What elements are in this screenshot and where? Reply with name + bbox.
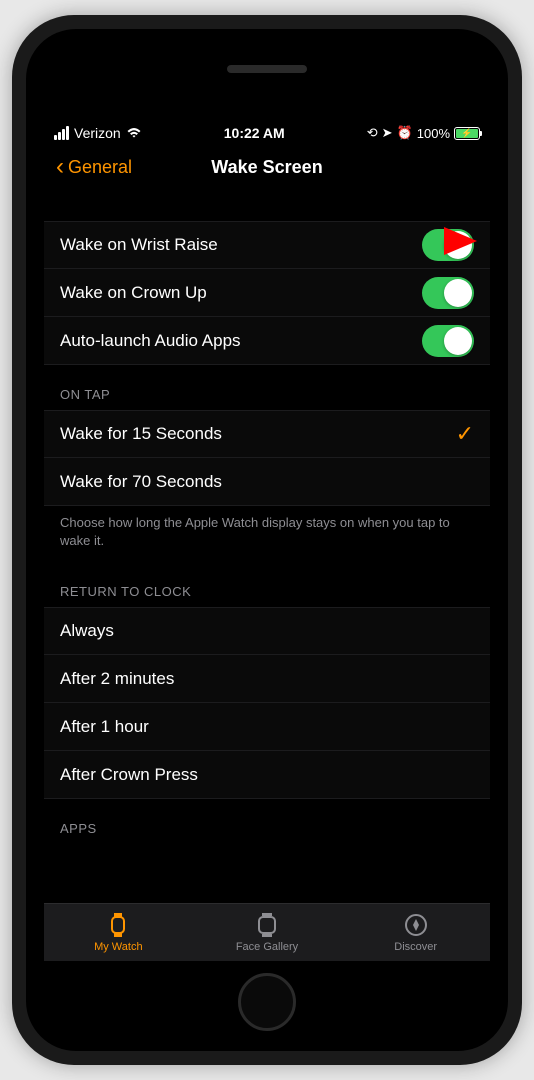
orientation-lock-icon: ⟲ [367, 125, 378, 141]
row-label: Wake on Wrist Raise [60, 235, 218, 255]
location-icon: ➤ [382, 125, 393, 141]
phone-body: Verizon 10:22 AM ⟲ ➤ ⏰ 100% ⚡ [26, 29, 508, 1051]
tab-my-watch[interactable]: My Watch [44, 904, 193, 961]
back-label: General [68, 157, 132, 178]
checkmark-icon: ✓ [456, 421, 474, 447]
return-crown-press-row[interactable]: After Crown Press [44, 751, 490, 799]
phone-top-bezel [26, 29, 508, 109]
home-button[interactable] [238, 973, 296, 1031]
row-label: After Crown Press [60, 765, 198, 785]
tab-label: Discover [394, 941, 437, 953]
content-scroll[interactable]: Wake on Wrist Raise Wake on Crown Up Aut… [44, 189, 490, 903]
signal-icon [54, 126, 69, 140]
on-tap-header: ON TAP [44, 365, 490, 410]
face-gallery-icon [254, 912, 280, 938]
tab-label: Face Gallery [236, 941, 298, 953]
phone-frame: Verizon 10:22 AM ⟲ ➤ ⏰ 100% ⚡ [12, 15, 522, 1065]
wifi-icon [126, 127, 142, 139]
return-1-hour-row[interactable]: After 1 hour [44, 703, 490, 751]
on-tap-footer: Choose how long the Apple Watch display … [44, 506, 490, 562]
alarm-icon: ⏰ [397, 125, 413, 141]
clock-time: 10:22 AM [224, 125, 285, 141]
battery-icon: ⚡ [454, 127, 480, 140]
wake-on-crown-up-row: Wake on Crown Up [44, 269, 490, 317]
screen: Verizon 10:22 AM ⟲ ➤ ⏰ 100% ⚡ [44, 121, 490, 961]
nav-bar: ‹ General Wake Screen [44, 145, 490, 189]
row-label: Auto-launch Audio Apps [60, 331, 241, 351]
row-label: Wake on Crown Up [60, 283, 207, 303]
return-to-clock-header: RETURN TO CLOCK [44, 562, 490, 607]
tab-label: My Watch [94, 941, 143, 953]
auto-launch-audio-row: Auto-launch Audio Apps [44, 317, 490, 365]
apps-header: APPS [44, 799, 490, 844]
row-label: After 1 hour [60, 717, 149, 737]
return-2-minutes-row[interactable]: After 2 minutes [44, 655, 490, 703]
auto-launch-audio-toggle[interactable] [422, 325, 474, 357]
status-left: Verizon [54, 125, 142, 141]
row-label: After 2 minutes [60, 669, 174, 689]
tab-discover[interactable]: Discover [341, 904, 490, 961]
wake-on-crown-up-toggle[interactable] [422, 277, 474, 309]
wake-on-wrist-raise-toggle[interactable] [422, 229, 474, 261]
page-title: Wake Screen [211, 157, 322, 178]
return-always-row[interactable]: Always [44, 607, 490, 655]
row-label: Always [60, 621, 114, 641]
battery-pct: 100% [417, 126, 450, 141]
back-button[interactable]: ‹ General [56, 153, 132, 181]
watch-icon [105, 912, 131, 938]
tab-face-gallery[interactable]: Face Gallery [193, 904, 342, 961]
carrier-label: Verizon [74, 125, 121, 141]
status-right: ⟲ ➤ ⏰ 100% ⚡ [367, 125, 480, 141]
charging-icon: ⚡ [461, 128, 472, 139]
wake-15-seconds-row[interactable]: Wake for 15 Seconds ✓ [44, 410, 490, 458]
wake-on-wrist-raise-row: Wake on Wrist Raise [44, 221, 490, 269]
status-bar: Verizon 10:22 AM ⟲ ➤ ⏰ 100% ⚡ [44, 121, 490, 145]
compass-icon [403, 912, 429, 938]
wake-70-seconds-row[interactable]: Wake for 70 Seconds [44, 458, 490, 506]
row-label: Wake for 70 Seconds [60, 472, 222, 492]
speaker-grille [227, 65, 307, 73]
row-label: Wake for 15 Seconds [60, 424, 222, 444]
tab-bar: My Watch Face Gallery [44, 903, 490, 961]
chevron-left-icon: ‹ [56, 153, 64, 181]
